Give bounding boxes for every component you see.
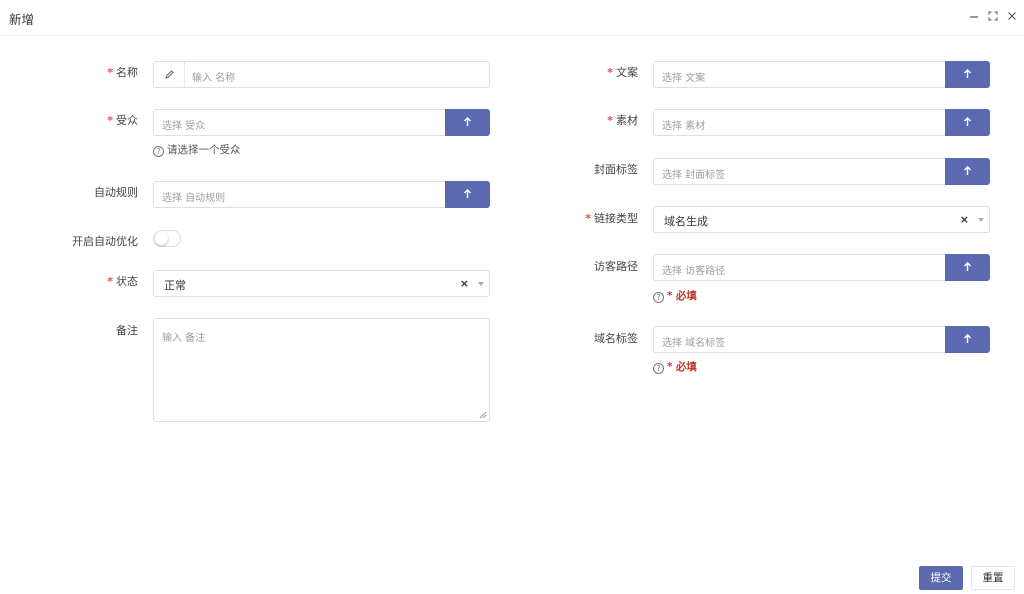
minimize-icon[interactable] [967,9,981,23]
audience-select[interactable]: 选择 受众 [153,109,490,136]
submit-button[interactable]: 提交 [919,566,963,590]
material-placeholder: 选择 素材 [662,121,706,132]
required-asterisk: * [107,66,113,79]
chevron-down-icon[interactable] [978,218,984,222]
cover-tag-label: 封面标签 [594,163,638,176]
visitor-path-help: ? * 必填 [653,288,697,303]
status-clear-icon[interactable]: × [460,277,469,290]
auto-rule-label: 自动规则 [94,186,138,199]
arrow-up-icon [964,334,971,343]
auto-rule-select[interactable]: 选择 自动规则 [153,181,490,208]
link-type-clear-icon[interactable]: × [960,213,969,226]
dialog-header: 新增 [0,0,1024,36]
arrow-up-icon [964,69,971,78]
resize-grip-icon[interactable] [479,411,487,419]
arrow-up-icon [964,262,971,271]
auto-optimize-toggle[interactable] [153,230,181,247]
fullscreen-icon[interactable] [986,9,1000,23]
material-select[interactable]: 选择 素材 [653,109,990,136]
arrow-up-icon [964,117,971,126]
toggle-knob [155,232,168,245]
material-upload-button[interactable] [945,109,990,136]
cover-tag-select[interactable]: 选择 封面标签 [653,158,990,185]
audience-upload-button[interactable] [445,109,490,136]
remark-textarea[interactable]: 输入 备注 [153,318,490,422]
domain-tag-help: ? * 必填 [653,359,697,374]
audience-label: * 受众 [107,114,138,127]
status-label: * 状态 [107,275,138,288]
copy-label: * 文案 [607,66,638,79]
arrow-up-icon [464,117,471,126]
material-label: * 素材 [607,114,638,127]
required-asterisk: * [107,275,113,288]
visitor-path-upload-button[interactable] [945,254,990,281]
name-label: * 名称 [107,66,138,79]
chevron-down-icon[interactable] [478,282,484,286]
domain-tag-select[interactable]: 选择 域名标签 [653,326,990,353]
visitor-path-placeholder: 选择 访客路径 [662,266,726,277]
link-type-value: 域名生成 [664,215,708,228]
cover-tag-placeholder: 选择 封面标签 [662,170,726,181]
cover-tag-upload-button[interactable] [945,158,990,185]
dialog-title: 新增 [9,12,35,27]
visitor-path-select[interactable]: 选择 访客路径 [653,254,990,281]
question-icon: ? [653,292,664,303]
audience-help: ? 请选择一个受众 [153,142,241,157]
name-field[interactable]: 输入 名称 [153,61,490,88]
auto-rule-upload-button[interactable] [445,181,490,208]
question-icon: ? [653,363,664,374]
name-prefix [154,62,185,87]
required-asterisk: * [107,114,113,127]
name-placeholder: 输入 名称 [192,73,236,84]
domain-tag-upload-button[interactable] [945,326,990,353]
question-icon: ? [153,146,164,157]
remark-label: 备注 [116,324,138,337]
link-type-label: * 链接类型 [585,212,638,225]
required-asterisk: * [607,114,613,127]
visitor-path-label: 访客路径 [594,260,638,273]
pencil-icon [165,70,174,79]
auto-optimize-label: 开启自动优化 [72,235,138,248]
status-select[interactable]: 正常 × [153,270,490,297]
auto-rule-placeholder: 选择 自动规则 [162,193,226,204]
audience-placeholder: 选择 受众 [162,121,206,132]
status-value: 正常 [164,279,186,292]
copy-select[interactable]: 选择 文案 [653,61,990,88]
domain-tag-label: 域名标签 [594,332,638,345]
link-type-select[interactable]: 域名生成 × [653,206,990,233]
required-asterisk: * [607,66,613,79]
required-asterisk: * [585,212,591,225]
close-icon[interactable] [1005,9,1019,23]
copy-placeholder: 选择 文案 [662,73,706,84]
arrow-up-icon [964,166,971,175]
copy-upload-button[interactable] [945,61,990,88]
arrow-up-icon [464,189,471,198]
reset-button[interactable]: 重置 [971,566,1015,590]
domain-tag-placeholder: 选择 域名标签 [662,338,726,349]
remark-placeholder: 输入 备注 [162,333,206,344]
